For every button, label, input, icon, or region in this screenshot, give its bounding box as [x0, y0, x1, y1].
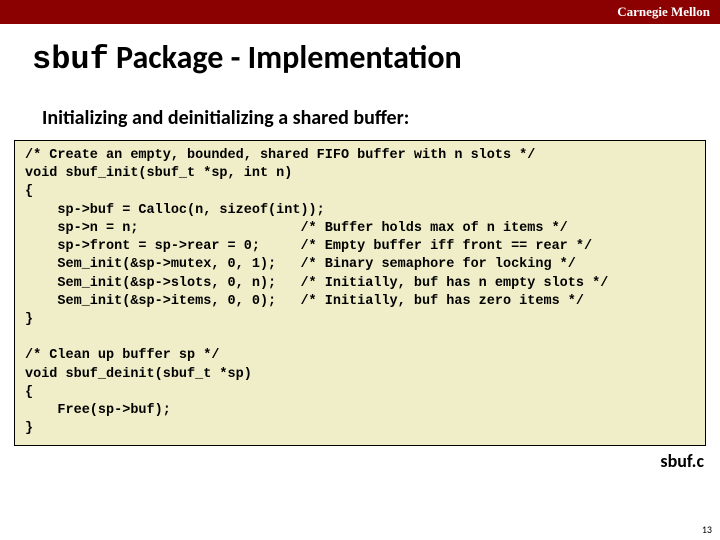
org-label: Carnegie Mellon	[617, 4, 710, 19]
slide-subtitle: Initializing and deinitializing a shared…	[0, 78, 720, 140]
code-block: /* Create an empty, bounded, shared FIFO…	[14, 140, 706, 446]
title-code: sbuf	[32, 41, 109, 78]
page-number: 13	[702, 523, 712, 536]
title-rest: Package - Implementation	[109, 38, 462, 77]
slide-title: sbuf Package - Implementation	[0, 24, 720, 78]
header-bar: Carnegie Mellon	[0, 0, 720, 24]
filename-label: sbuf.c	[0, 446, 720, 472]
